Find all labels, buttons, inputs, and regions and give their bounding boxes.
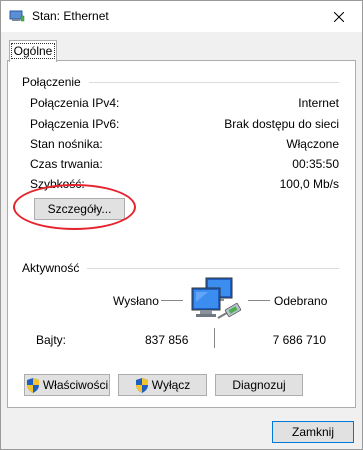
sent-label: Wysłano — [113, 294, 159, 308]
diagnose-button-label: Diagnozuj — [232, 378, 286, 392]
uac-shield-icon — [26, 377, 40, 393]
disable-button[interactable]: Wyłącz — [118, 374, 207, 396]
received-label: Odebrano — [274, 294, 328, 308]
tab-panel-general — [7, 60, 356, 408]
tab-general[interactable]: Ogólne — [9, 40, 57, 62]
bytes-label: Bajty: — [36, 333, 67, 347]
connection-group-divider — [89, 82, 339, 83]
duration-value: 00:35:50 — [292, 157, 339, 171]
sent-connector-line — [161, 300, 183, 301]
ipv6-label: Połączenia IPv6: — [30, 117, 120, 131]
connection-group-title: Połączenie — [22, 75, 85, 89]
details-button[interactable]: Szczegóły... — [34, 198, 125, 220]
disable-button-label: Wyłącz — [151, 378, 191, 392]
activity-group-divider — [87, 268, 339, 269]
duration-label: Czas trwania: — [30, 157, 103, 171]
diagnose-button[interactable]: Diagnozuj — [215, 374, 303, 396]
received-connector-line — [248, 300, 270, 301]
activity-divider-line — [214, 328, 215, 348]
activity-group-title: Aktywność — [22, 261, 84, 275]
network-computers-icon — [188, 276, 244, 328]
close-button-label: Zamknij — [291, 425, 334, 439]
ipv4-value: Internet — [298, 96, 339, 110]
network-adapter-icon — [9, 9, 25, 23]
media-state-value: Włączone — [286, 137, 339, 151]
bytes-sent-value: 837 856 — [145, 333, 189, 347]
ipv4-label: Połączenia IPv4: — [30, 96, 120, 110]
close-window-button[interactable] — [316, 1, 362, 32]
bytes-received-value: 7 686 710 — [272, 333, 326, 347]
speed-label: Szybkość: — [30, 177, 85, 191]
properties-button-label: Właściwości — [42, 378, 109, 392]
window-title: Stan: Ethernet — [32, 9, 109, 23]
close-icon — [334, 11, 344, 22]
uac-shield-icon — [135, 377, 149, 393]
properties-button[interactable]: Właściwości — [24, 374, 110, 396]
details-button-label: Szczegóły... — [47, 202, 112, 216]
ipv6-value: Brak dostępu do sieci — [224, 117, 339, 131]
title-bar: Stan: Ethernet — [1, 1, 362, 32]
status-dialog: Stan: Ethernet Ogólne Połączenie Połącze… — [0, 0, 363, 450]
media-state-label: Stan nośnika: — [30, 137, 103, 151]
close-button[interactable]: Zamknij — [272, 421, 354, 443]
speed-value: 100,0 Mb/s — [279, 177, 339, 191]
tab-general-label: Ogólne — [10, 43, 56, 59]
